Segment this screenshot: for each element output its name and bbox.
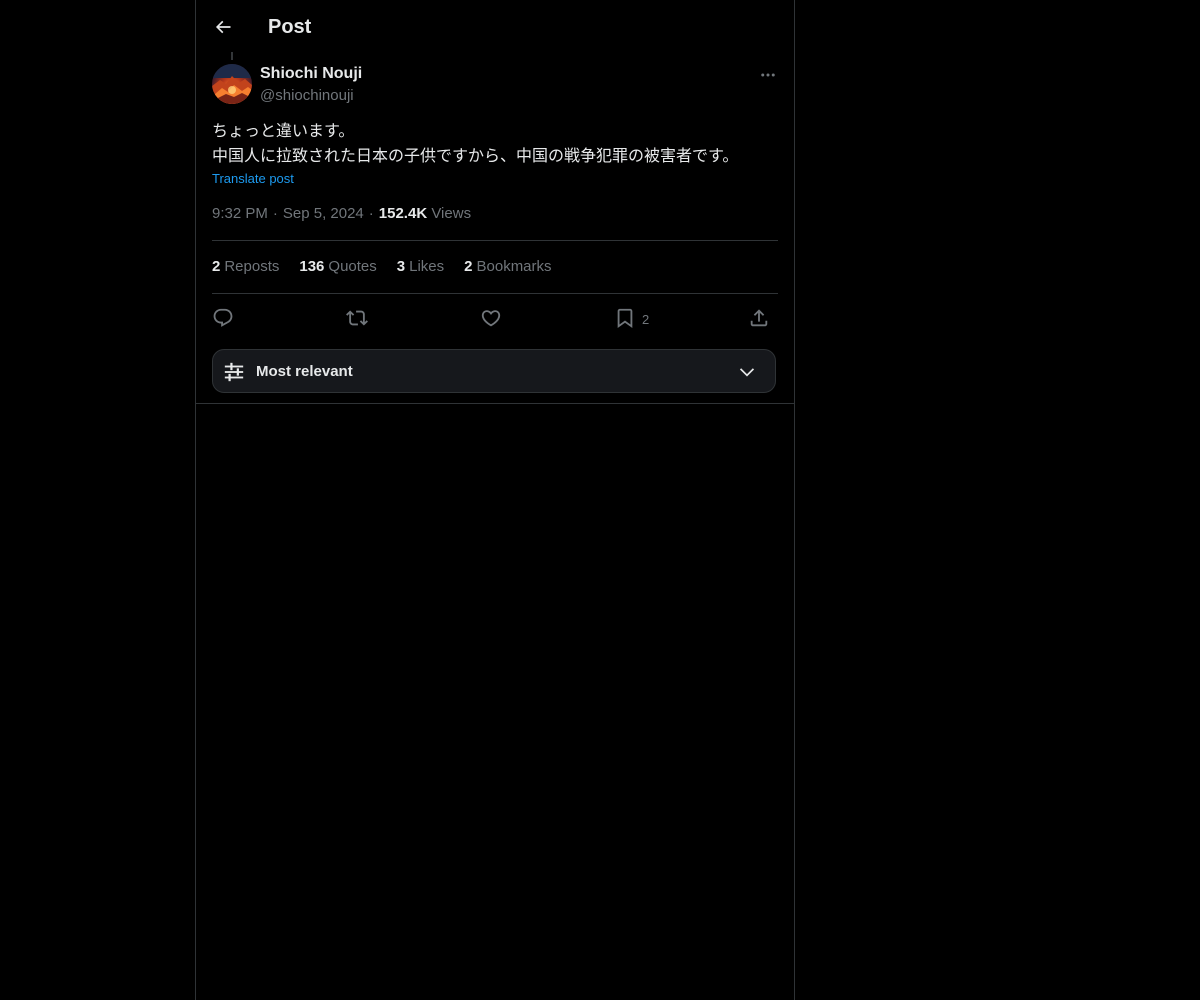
arrow-left-icon: [213, 17, 233, 37]
divider: [212, 293, 778, 294]
post-detail-column: Post Shiochi Nouji @shiochinouji ちょっと違いま…: [195, 0, 795, 1000]
page-title: Post: [268, 16, 312, 38]
back-button[interactable]: [206, 10, 240, 44]
stat-count: 3: [396, 258, 406, 275]
page-header: Post: [196, 0, 794, 53]
stat-count: 2: [212, 258, 221, 275]
views-count: 152.4K: [378, 205, 428, 222]
more-dots-icon: [759, 66, 777, 84]
stat-label: Bookmarks: [476, 258, 552, 275]
thread-connector-line: [231, 52, 233, 60]
bookmark-icon: [614, 307, 636, 329]
repost-icon: [346, 307, 368, 329]
post-time[interactable]: 9:32 PM: [212, 205, 268, 222]
bookmark-button[interactable]: 2: [614, 302, 649, 334]
translate-post-link[interactable]: Translate post: [212, 170, 294, 188]
post-metadata: 9:32 PM · Sep 5, 2024 · 152.4K Views: [212, 204, 471, 224]
stat-likes[interactable]: 3 Likes: [397, 257, 444, 277]
stat-reposts[interactable]: 2 Reposts: [212, 257, 279, 277]
meta-separator: ·: [272, 205, 278, 222]
like-button[interactable]: [480, 302, 502, 334]
reply-sort-dropdown[interactable]: Most relevant: [212, 349, 776, 393]
stat-label: Likes: [409, 258, 445, 275]
author-display-name[interactable]: Shiochi Nouji: [260, 64, 362, 84]
divider: [196, 403, 794, 404]
divider: [212, 240, 778, 241]
reply-button[interactable]: [212, 302, 234, 334]
engagement-stats: 2 Reposts 136 Quotes 3 Likes 2 Bookmarks: [212, 257, 572, 277]
avatar[interactable]: [212, 64, 252, 104]
stat-label: Quotes: [328, 258, 377, 275]
views-label: Views: [431, 205, 472, 222]
stat-count: 2: [464, 258, 473, 275]
post-action-bar: 2: [212, 302, 778, 334]
post-body-text: ちょっと違います。 中国人に拉致された日本の子供ですから、中国の戦争犯罪の被害者…: [212, 118, 778, 168]
chevron-down-icon: [737, 362, 757, 382]
bookmark-count: 2: [642, 311, 650, 327]
share-icon: [748, 307, 770, 329]
author-handle[interactable]: @shiochinouji: [260, 86, 354, 106]
meta-separator: ·: [368, 205, 374, 222]
stat-quotes[interactable]: 136 Quotes: [299, 257, 376, 277]
stat-count: 136: [299, 258, 325, 275]
reply-icon: [212, 307, 234, 329]
sliders-icon: [223, 361, 245, 383]
post-text-line: ちょっと違います。: [212, 121, 355, 140]
more-options-button[interactable]: [756, 64, 780, 86]
post-date[interactable]: Sep 5, 2024: [283, 205, 364, 222]
heart-icon: [480, 307, 502, 329]
stat-bookmarks[interactable]: 2 Bookmarks: [464, 257, 551, 277]
share-button[interactable]: [748, 302, 770, 334]
sort-selected-label: Most relevant: [256, 363, 353, 380]
post-text-line: 中国人に拉致された日本の子供ですから、中国の戦争犯罪の被害者です。: [212, 146, 739, 165]
repost-button[interactable]: [346, 302, 368, 334]
stat-label: Reposts: [224, 258, 280, 275]
